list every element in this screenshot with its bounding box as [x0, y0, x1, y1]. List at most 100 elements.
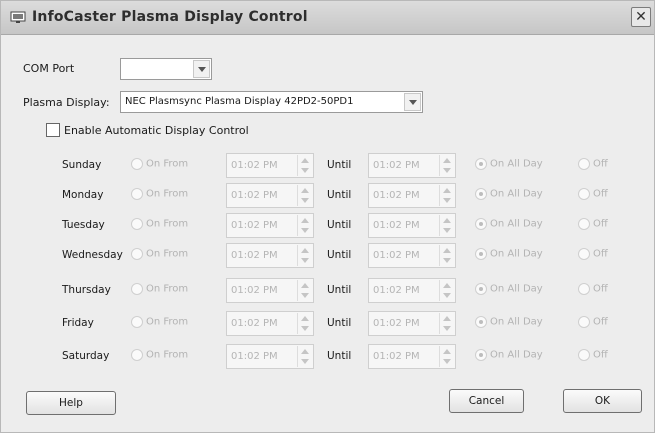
until-label: Until [327, 159, 352, 171]
on-all-day-radio-sunday[interactable]: On All Day [475, 158, 543, 170]
radio-icon [578, 188, 590, 200]
plasma-display-select[interactable]: NEC Plasmsync Plasma Display 42PD2-50PD1 [120, 91, 423, 113]
spinner-arrows-icon[interactable] [297, 313, 312, 334]
spinner-arrows-icon[interactable] [297, 155, 312, 176]
spinner-arrows-icon[interactable] [439, 185, 454, 206]
chevron-down-icon[interactable] [193, 60, 210, 78]
com-port-select[interactable] [120, 58, 212, 80]
spinner-arrows-icon[interactable] [439, 280, 454, 301]
from-time-value: 01:02 PM [231, 160, 278, 171]
on-all-day-label: On All Day [490, 188, 543, 200]
radio-icon [578, 218, 590, 230]
off-label: Off [593, 248, 608, 260]
until-time-spinner-wednesday[interactable]: 01:02 PM [368, 243, 456, 268]
plasma-display-control-window: InfoCaster Plasma Display Control ✕ COM … [0, 0, 655, 433]
on-all-day-radio-saturday[interactable]: On All Day [475, 349, 543, 361]
spinner-arrows-icon[interactable] [439, 245, 454, 266]
title-bar: InfoCaster Plasma Display Control ✕ [1, 1, 654, 35]
from-time-spinner-friday[interactable]: 01:02 PM [226, 311, 314, 336]
until-time-value: 01:02 PM [373, 285, 420, 296]
on-all-day-radio-tuesday[interactable]: On All Day [475, 218, 543, 230]
until-time-spinner-saturday[interactable]: 01:02 PM [368, 344, 456, 369]
on-from-radio-thursday[interactable]: On From [131, 283, 188, 295]
on-all-day-label: On All Day [490, 218, 543, 230]
chevron-down-icon[interactable] [404, 93, 421, 111]
off-radio-thursday[interactable]: Off [578, 283, 608, 295]
until-label: Until [327, 317, 352, 329]
from-time-value: 01:02 PM [231, 318, 278, 329]
until-time-spinner-friday[interactable]: 01:02 PM [368, 311, 456, 336]
from-time-spinner-monday[interactable]: 01:02 PM [226, 183, 314, 208]
spinner-arrows-icon[interactable] [297, 215, 312, 236]
off-radio-friday[interactable]: Off [578, 316, 608, 328]
on-all-day-radio-thursday[interactable]: On All Day [475, 283, 543, 295]
off-radio-tuesday[interactable]: Off [578, 218, 608, 230]
until-label: Until [327, 284, 352, 296]
close-button[interactable]: ✕ [631, 7, 651, 27]
day-label-monday: Monday [62, 189, 104, 201]
from-time-spinner-sunday[interactable]: 01:02 PM [226, 153, 314, 178]
off-radio-wednesday[interactable]: Off [578, 248, 608, 260]
off-radio-sunday[interactable]: Off [578, 158, 608, 170]
ok-button[interactable]: OK [563, 389, 642, 413]
on-from-label: On From [146, 248, 189, 260]
radio-icon [475, 248, 487, 260]
spinner-arrows-icon[interactable] [439, 215, 454, 236]
spinner-arrows-icon[interactable] [439, 313, 454, 334]
until-time-spinner-sunday[interactable]: 01:02 PM [368, 153, 456, 178]
from-time-spinner-tuesday[interactable]: 01:02 PM [226, 213, 314, 238]
from-time-value: 01:02 PM [231, 250, 278, 261]
spinner-arrows-icon[interactable] [297, 185, 312, 206]
enable-automatic-checkbox[interactable] [46, 123, 60, 137]
on-from-label: On From [146, 349, 189, 361]
on-from-radio-friday[interactable]: On From [131, 316, 188, 328]
until-time-value: 01:02 PM [373, 351, 420, 362]
from-time-spinner-thursday[interactable]: 01:02 PM [226, 278, 314, 303]
radio-icon [131, 248, 143, 260]
until-time-value: 01:02 PM [373, 318, 420, 329]
day-label-tuesday: Tuesday [62, 219, 105, 231]
on-all-day-label: On All Day [490, 349, 543, 361]
off-label: Off [593, 218, 608, 230]
com-port-label: COM Port [23, 62, 75, 75]
until-label: Until [327, 249, 352, 261]
until-time-spinner-monday[interactable]: 01:02 PM [368, 183, 456, 208]
radio-icon [578, 158, 590, 170]
from-time-spinner-wednesday[interactable]: 01:02 PM [226, 243, 314, 268]
spinner-arrows-icon[interactable] [297, 346, 312, 367]
on-all-day-label: On All Day [490, 248, 543, 260]
app-icon [10, 9, 26, 25]
off-radio-monday[interactable]: Off [578, 188, 608, 200]
radio-icon [578, 316, 590, 328]
from-time-spinner-saturday[interactable]: 01:02 PM [226, 344, 314, 369]
until-label: Until [327, 350, 352, 362]
spinner-arrows-icon[interactable] [297, 280, 312, 301]
on-all-day-radio-friday[interactable]: On All Day [475, 316, 543, 328]
cancel-button[interactable]: Cancel [449, 389, 524, 413]
spinner-arrows-icon[interactable] [439, 346, 454, 367]
on-from-radio-sunday[interactable]: On From [131, 158, 188, 170]
on-all-day-radio-monday[interactable]: On All Day [475, 188, 543, 200]
spinner-arrows-icon[interactable] [439, 155, 454, 176]
help-button[interactable]: Help [26, 391, 116, 415]
off-radio-saturday[interactable]: Off [578, 349, 608, 361]
on-from-label: On From [146, 158, 189, 170]
on-from-radio-tuesday[interactable]: On From [131, 218, 188, 230]
from-time-value: 01:02 PM [231, 351, 278, 362]
plasma-display-value: NEC Plasmsync Plasma Display 42PD2-50PD1 [125, 96, 354, 107]
enable-automatic-label: Enable Automatic Display Control [64, 124, 249, 137]
off-label: Off [593, 283, 608, 295]
spinner-arrows-icon[interactable] [297, 245, 312, 266]
on-from-radio-saturday[interactable]: On From [131, 349, 188, 361]
on-from-label: On From [146, 316, 189, 328]
on-from-radio-monday[interactable]: On From [131, 188, 188, 200]
radio-icon [131, 349, 143, 361]
on-all-day-radio-wednesday[interactable]: On All Day [475, 248, 543, 260]
on-from-radio-wednesday[interactable]: On From [131, 248, 188, 260]
radio-icon [475, 158, 487, 170]
until-time-spinner-thursday[interactable]: 01:02 PM [368, 278, 456, 303]
day-label-saturday: Saturday [62, 350, 110, 362]
off-label: Off [593, 316, 608, 328]
radio-icon [475, 283, 487, 295]
until-time-spinner-tuesday[interactable]: 01:02 PM [368, 213, 456, 238]
